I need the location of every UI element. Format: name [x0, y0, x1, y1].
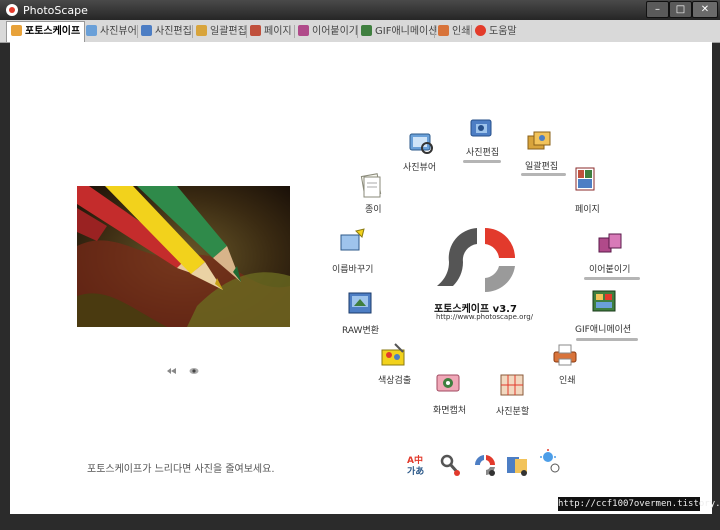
weather-icon[interactable]: [537, 449, 561, 473]
translate-text-bottom: 가あ: [407, 467, 425, 477]
print-icon: [553, 344, 577, 366]
menu-item-label: 화면캡처: [433, 406, 467, 416]
logo-url[interactable]: http://www.photoscape.org/: [436, 313, 533, 321]
tab-help[interactable]: 도움말: [475, 23, 517, 40]
label-underline: [463, 160, 501, 163]
wrench-icon[interactable]: [438, 453, 462, 477]
color-picker-icon: [381, 343, 405, 366]
rename-icon: [340, 228, 365, 251]
photo-hint-text: 포토스케이프가 느리다면 사진을 줄여보세요.: [87, 464, 275, 475]
page-icon: [575, 167, 595, 191]
maximize-button[interactable]: □: [669, 1, 692, 18]
tab-separator: [246, 25, 247, 38]
previous-photo-icon[interactable]: [167, 367, 177, 375]
combine-tab-icon: [298, 25, 309, 36]
paper-icon: [360, 173, 382, 198]
gif-tab-icon: [361, 25, 372, 36]
close-button[interactable]: ✕: [692, 1, 718, 18]
editor-tab-icon: [141, 25, 152, 36]
label-underline: [576, 338, 638, 341]
menu-item-label: GIF애니메이션: [575, 325, 632, 335]
tab-print[interactable]: 인쇄: [438, 23, 470, 40]
menu-item-label: 페이지: [575, 205, 600, 215]
label-underline: [521, 173, 566, 176]
tab-separator: [471, 25, 472, 38]
menu-item-label: 종이: [365, 205, 382, 215]
menu-item-label: RAW변환: [342, 326, 380, 336]
print-tab-icon: [438, 25, 449, 36]
footer-url-watermark: http://ccf1007overmen.tistory.com: [558, 497, 720, 511]
minimize-button[interactable]: –: [646, 1, 669, 18]
batch-tab-icon: [196, 25, 207, 36]
viewer-icon: [409, 133, 433, 154]
photoscape-window: PhotoScape – □ ✕ 포토스케이프 사진뷰어 사진편집 일괄편집 페…: [0, 0, 720, 530]
tab-bar: 포토스케이프 사진뷰어 사진편집 일괄편집 페이지 이어붙이기 GIF애니메이션…: [0, 20, 720, 43]
colored-pencils-image: [77, 186, 290, 327]
page-tab-icon: [250, 25, 261, 36]
menu-item-label: 사진편집: [466, 148, 500, 158]
tab-editor[interactable]: 사진편집: [141, 23, 192, 40]
app-logo-icon: [6, 4, 18, 16]
window-title: PhotoScape: [23, 4, 88, 17]
photoscape-logo-icon: [437, 228, 515, 292]
tab-separator: [434, 25, 435, 38]
menu-item-label: 색상검출: [378, 376, 412, 386]
photoscape-app-icon[interactable]: [473, 453, 497, 477]
tab-separator: [294, 25, 295, 38]
label-underline: [584, 277, 640, 280]
photo-tool-icon[interactable]: [505, 453, 529, 477]
preview-photo[interactable]: [77, 186, 290, 327]
menu-item-label: 인쇄: [559, 376, 576, 386]
gif-animation-icon: [592, 290, 616, 312]
help-tab-icon: [475, 25, 486, 36]
tab-batch-editor[interactable]: 일괄편집: [196, 23, 247, 40]
menu-item-label: 일괄편집: [525, 162, 559, 172]
batch-editor-icon: [527, 131, 551, 150]
photoscape-tab-icon: [11, 25, 22, 36]
eye-icon[interactable]: [189, 367, 199, 375]
raw-converter-icon: [348, 292, 372, 314]
translate-tool[interactable]: A中 가あ: [406, 453, 430, 477]
tab-separator: [192, 25, 193, 38]
menu-item-label: 사진분할: [496, 407, 530, 417]
title-bar: PhotoScape – □ ✕: [0, 0, 720, 20]
menu-item-label: 이름바꾸기: [332, 265, 374, 275]
splitter-icon: [500, 374, 524, 396]
main-content: 포토스케이프가 느리다면 사진을 줄여보세요. 포토스케이프 v3.7 http…: [10, 42, 720, 514]
tab-gif-animation[interactable]: GIF애니메이션: [361, 23, 437, 40]
menu-item-label: 사진뷰어: [403, 163, 437, 173]
tab-viewer[interactable]: 사진뷰어: [86, 23, 137, 40]
combine-icon: [598, 233, 622, 253]
tab-separator: [137, 25, 138, 38]
tab-photoscape[interactable]: 포토스케이프: [6, 21, 86, 42]
viewer-tab-icon: [86, 25, 97, 36]
tab-combine[interactable]: 이어붙이기: [298, 23, 358, 40]
screen-capture-icon: [436, 374, 460, 392]
tab-page[interactable]: 페이지: [250, 23, 292, 40]
editor-icon: [470, 119, 492, 137]
menu-item-label: 이어붙이기: [589, 265, 631, 275]
tab-separator: [357, 25, 358, 38]
